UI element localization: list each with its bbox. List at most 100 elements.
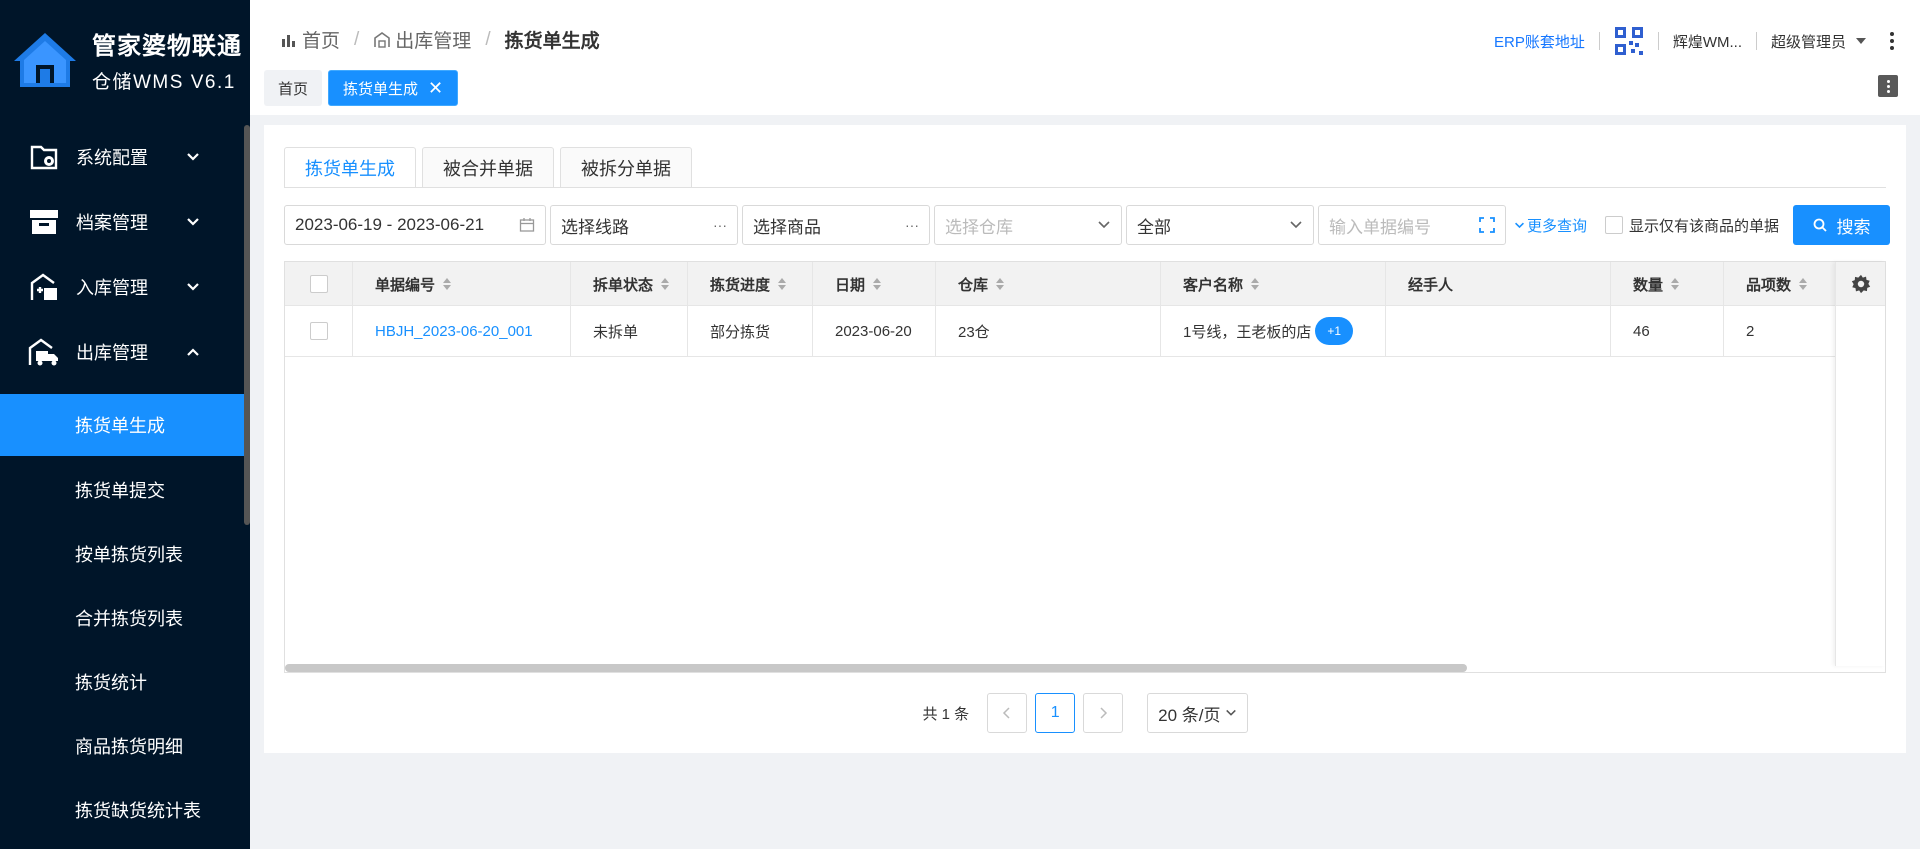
sidebar-subitem-picking-stats[interactable]: 拣货统计 bbox=[0, 650, 244, 714]
col-split-status[interactable]: 拆单状态 bbox=[571, 262, 688, 306]
sort-icon[interactable] bbox=[443, 278, 452, 290]
col-customer[interactable]: 客户名称 bbox=[1161, 262, 1386, 306]
dropdown-caret-icon[interactable] bbox=[1856, 38, 1866, 44]
warehouse-select[interactable]: 选择仓库 bbox=[934, 205, 1122, 245]
only-product-checkbox[interactable]: 显示仅有该商品的单据 bbox=[1605, 215, 1779, 236]
sidebar-item-archive[interactable]: 档案管理 bbox=[0, 189, 244, 254]
sidebar-subitem-merged-picking-list[interactable]: 合并拣货列表 bbox=[0, 586, 244, 650]
inner-tabs: 拣货单生成 被合并单据 被拆分单据 bbox=[284, 147, 698, 188]
breadcrumb-home[interactable]: 首页 bbox=[302, 26, 340, 53]
sidebar-item-label: 出库管理 bbox=[76, 342, 148, 363]
warehouse-placeholder: 选择仓库 bbox=[945, 217, 1013, 237]
tab-split-docs[interactable]: 被拆分单据 bbox=[560, 147, 692, 187]
page-tab-home[interactable]: 首页 bbox=[264, 70, 323, 106]
page-tab-picking-generate[interactable]: 拣货单生成 ✕ bbox=[328, 70, 459, 106]
col-label: 拆单状态 bbox=[593, 276, 654, 294]
sort-icon[interactable] bbox=[778, 278, 787, 290]
breadcrumb-separator: / bbox=[354, 28, 360, 50]
cell-doc-no[interactable]: HBJH_2023-06-20_001 bbox=[353, 306, 571, 356]
row-select-cell bbox=[285, 306, 353, 356]
chevron-down-icon bbox=[187, 152, 199, 161]
home-chart-icon bbox=[282, 34, 295, 47]
chevron-down-icon bbox=[1098, 221, 1110, 229]
tabs-more-menu-icon[interactable] bbox=[1878, 75, 1898, 97]
sidebar-item-label: 入库管理 bbox=[76, 277, 148, 298]
col-warehouse[interactable]: 仓库 bbox=[936, 262, 1161, 306]
cell-progress: 部分拣货 bbox=[688, 306, 813, 356]
sort-icon[interactable] bbox=[1671, 278, 1680, 290]
account-name[interactable]: 辉煌WM... bbox=[1673, 31, 1742, 52]
chevron-down-icon bbox=[187, 217, 199, 226]
chevron-left-icon bbox=[1003, 707, 1010, 719]
tab-merged-docs[interactable]: 被合并单据 bbox=[422, 147, 554, 187]
select-all-cell bbox=[285, 262, 353, 306]
breadcrumb-outbound[interactable]: 出库管理 bbox=[395, 26, 471, 53]
outbound-truck-icon bbox=[28, 336, 60, 368]
sidebar-subitem-shortage-stats[interactable]: 拣货缺货统计表 bbox=[0, 778, 244, 842]
warehouse-icon bbox=[374, 31, 391, 48]
sidebar-subitem-product-picking-detail[interactable]: 商品拣货明细 bbox=[0, 714, 244, 778]
col-date[interactable]: 日期 bbox=[813, 262, 936, 306]
date-range-picker[interactable]: 2023-06-19 - 2023-06-21 bbox=[284, 205, 546, 245]
product-select[interactable]: 选择商品 ··· bbox=[742, 205, 930, 245]
table-row[interactable]: HBJH_2023-06-20_001 未拆单 部分拣货 2023-06-20 … bbox=[285, 306, 1885, 357]
sidebar-item-system-config[interactable]: 系统配置 bbox=[0, 124, 244, 189]
sort-icon[interactable] bbox=[661, 278, 670, 290]
sidebar-scrollbar[interactable] bbox=[244, 125, 250, 525]
tab-picking-generate[interactable]: 拣货单生成 bbox=[284, 147, 416, 188]
route-select[interactable]: 选择线路 ··· bbox=[550, 205, 738, 245]
cell-handler bbox=[1386, 306, 1611, 356]
sort-icon[interactable] bbox=[873, 278, 882, 290]
qr-code-icon[interactable] bbox=[1614, 26, 1644, 56]
cell-warehouse: 23仓 bbox=[936, 306, 1161, 356]
horizontal-scrollbar[interactable] bbox=[285, 664, 1467, 672]
col-handler: 经手人 bbox=[1386, 262, 1611, 306]
product-placeholder: 选择商品 bbox=[753, 217, 821, 237]
house-logo-icon bbox=[14, 33, 76, 87]
prev-page-button[interactable] bbox=[987, 693, 1028, 733]
col-label: 单据编号 bbox=[375, 276, 436, 294]
cell-items: 2 bbox=[1746, 322, 1755, 340]
more-vertical-icon[interactable] bbox=[1890, 32, 1894, 50]
col-qty[interactable]: 数量 bbox=[1611, 262, 1724, 306]
sidebar-item-outbound[interactable]: 出库管理 bbox=[0, 319, 244, 384]
gear-icon[interactable] bbox=[1850, 273, 1872, 295]
customer-more-badge[interactable]: +1 bbox=[1315, 317, 1354, 345]
data-table: 单据编号 拆单状态 拣货进度 日期 仓库 客户名称 经手人 数量 品项数 HBJ… bbox=[284, 261, 1886, 673]
chevron-down-icon bbox=[1515, 222, 1524, 228]
page-size-select[interactable]: 20 条/页 bbox=[1147, 693, 1248, 733]
customer-name: 1号线，王老板的店 bbox=[1183, 323, 1312, 341]
sort-icon[interactable] bbox=[1251, 278, 1260, 290]
brand-subtitle: 仓储WMS V6.1 bbox=[92, 72, 236, 93]
tabs-divider bbox=[284, 187, 1886, 188]
doc-number-input[interactable]: 输入单据编号 bbox=[1318, 205, 1506, 245]
logo-area: 管家婆物联通 仓储WMS V6.1 bbox=[0, 0, 250, 120]
sort-icon[interactable] bbox=[1799, 278, 1808, 290]
page-tab-label: 拣货单生成 bbox=[343, 80, 419, 98]
table-header: 单据编号 拆单状态 拣货进度 日期 仓库 客户名称 经手人 数量 品项数 bbox=[285, 262, 1885, 306]
more-query-link[interactable]: 更多查询 bbox=[1514, 215, 1587, 236]
col-doc-no[interactable]: 单据编号 bbox=[353, 262, 571, 306]
col-label: 仓库 bbox=[958, 276, 989, 294]
sidebar-subitem-picking-generate[interactable]: 拣货单生成 bbox=[0, 394, 244, 456]
next-page-button[interactable] bbox=[1083, 693, 1124, 733]
chevron-up-icon bbox=[187, 347, 199, 356]
select-all-checkbox[interactable] bbox=[309, 275, 328, 293]
sidebar-item-inbound[interactable]: 入库管理 bbox=[0, 254, 244, 319]
route-placeholder: 选择线路 bbox=[561, 217, 629, 237]
sidebar-subitem-picking-submit[interactable]: 拣货单提交 bbox=[0, 458, 244, 522]
user-role-dropdown[interactable]: 超级管理员 bbox=[1771, 31, 1846, 52]
scan-icon[interactable] bbox=[1479, 217, 1495, 233]
sort-icon[interactable] bbox=[996, 278, 1005, 290]
col-items[interactable]: 品项数 bbox=[1724, 262, 1837, 306]
row-checkbox[interactable] bbox=[309, 322, 328, 340]
close-icon[interactable]: ✕ bbox=[428, 78, 443, 99]
col-progress[interactable]: 拣货进度 bbox=[688, 262, 813, 306]
erp-account-link[interactable]: ERP账套地址 bbox=[1494, 31, 1585, 52]
archive-icon bbox=[28, 206, 60, 238]
page-button[interactable]: 1 bbox=[1035, 693, 1076, 733]
status-select[interactable]: 全部 bbox=[1126, 205, 1314, 245]
search-button[interactable]: 搜索 bbox=[1793, 205, 1891, 245]
checkbox[interactable] bbox=[1605, 216, 1624, 234]
sidebar-subitem-order-picking-list[interactable]: 按单拣货列表 bbox=[0, 522, 244, 586]
